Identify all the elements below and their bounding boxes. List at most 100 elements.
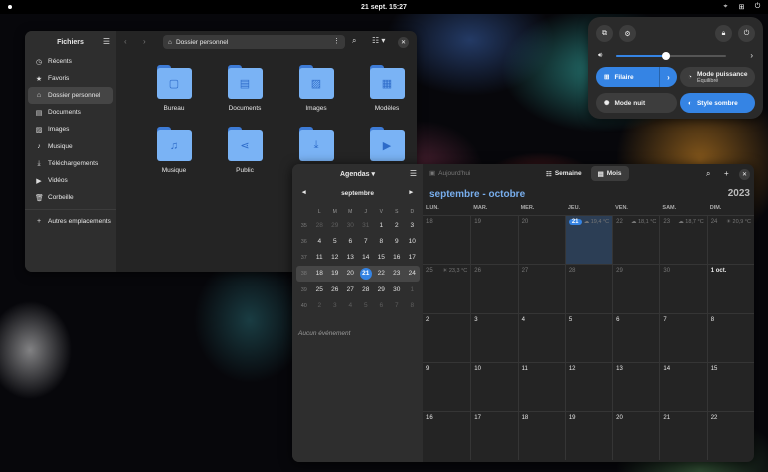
mini-day[interactable]: 23 xyxy=(389,267,405,281)
mini-day[interactable]: 2 xyxy=(389,219,405,233)
sidebar-item[interactable]: + Autres emplacements xyxy=(28,213,113,230)
next-month-icon[interactable]: ▸ xyxy=(409,188,413,196)
mini-day[interactable]: 7 xyxy=(358,235,374,249)
day-cell[interactable]: 11 xyxy=(517,363,565,411)
day-cell[interactable]: 19 xyxy=(470,216,517,264)
day-cell[interactable]: 21 xyxy=(659,412,706,460)
sidebar-item[interactable]: 🗑︎ Corbeille xyxy=(28,189,113,206)
quick-toggle[interactable]: ✺ Mode nuit xyxy=(596,93,677,113)
day-cell[interactable]: 2 xyxy=(423,314,470,362)
day-cell[interactable]: 18 xyxy=(423,216,470,264)
day-cell[interactable]: 25 ☀ 23,3 °C xyxy=(423,265,470,313)
mini-day[interactable]: 6 xyxy=(343,235,359,249)
sidebar-item[interactable]: ◷ Récents xyxy=(28,53,113,70)
hamburger-menu-icon[interactable]: ☰ xyxy=(410,169,417,178)
day-cell[interactable]: 12 xyxy=(564,363,612,411)
mini-day[interactable]: 21 xyxy=(358,267,374,281)
day-cell[interactable]: 4 xyxy=(517,314,565,362)
mini-day[interactable]: 24 xyxy=(405,267,421,281)
day-cell[interactable]: 29 xyxy=(612,265,659,313)
mini-day[interactable]: 18 xyxy=(312,267,328,281)
mini-day[interactable]: 31 xyxy=(358,219,374,233)
mini-day[interactable]: 4 xyxy=(312,235,328,249)
day-cell[interactable]: 15 xyxy=(706,363,754,411)
mini-day[interactable]: 3 xyxy=(327,299,343,313)
system-tray[interactable]: ⌖ ⊞ ⏻ xyxy=(721,2,762,11)
mini-day[interactable]: 6 xyxy=(374,299,390,313)
mini-day[interactable]: 28 xyxy=(358,283,374,297)
folder-item[interactable]: ▤ Documents xyxy=(215,65,275,125)
day-cell[interactable]: 20 xyxy=(517,216,565,264)
day-cell[interactable]: 16 xyxy=(423,412,470,460)
day-cell[interactable]: 14 xyxy=(659,363,706,411)
activities-indicator[interactable] xyxy=(8,5,12,9)
day-cell[interactable]: 1 oct. xyxy=(706,265,754,313)
lock-icon[interactable]: 🔒︎ xyxy=(715,25,732,42)
mini-day[interactable]: 29 xyxy=(327,219,343,233)
view-options-icon[interactable]: ☷ ▾ xyxy=(372,36,385,45)
chevron-right-icon[interactable]: › xyxy=(659,67,677,87)
mini-day[interactable]: 12 xyxy=(327,251,343,265)
quick-toggle[interactable]: ⊞ Filaire › xyxy=(596,67,677,87)
week-view-button[interactable]: ☷ Semaine xyxy=(539,166,589,181)
mini-day[interactable]: 2 xyxy=(312,299,328,313)
mini-day[interactable]: 8 xyxy=(405,299,421,313)
add-event-icon[interactable]: + xyxy=(724,169,729,178)
more-options-icon[interactable]: ⋮ xyxy=(333,37,340,45)
mini-day[interactable]: 19 xyxy=(327,267,343,281)
today-button[interactable]: ▣ Aujourd'hui xyxy=(429,169,470,178)
settings-gear-icon[interactable]: ⚙ xyxy=(619,25,636,42)
mini-day[interactable]: 8 xyxy=(374,235,390,249)
day-cell[interactable]: 9 xyxy=(423,363,470,411)
day-cell[interactable]: 17 xyxy=(470,412,517,460)
day-cell[interactable]: 18 xyxy=(517,412,565,460)
day-cell[interactable]: 13 xyxy=(612,363,659,411)
folder-item[interactable]: ▨ Images xyxy=(286,65,346,125)
quick-toggle[interactable]: ◐ Style sombre xyxy=(680,93,755,113)
month-view-button[interactable]: ▤ Mois xyxy=(590,166,629,181)
day-cell[interactable]: 7 xyxy=(659,314,706,362)
day-cell[interactable]: 27 xyxy=(517,265,565,313)
day-cell[interactable]: 23 ☁ 18,7 °C xyxy=(659,216,706,264)
prev-month-icon[interactable]: ◂ xyxy=(302,188,306,196)
folder-item[interactable]: ▦ Modèles xyxy=(357,65,417,125)
sidebar-item[interactable]: ⤓ Téléchargements xyxy=(28,155,113,172)
close-icon[interactable]: ✕ xyxy=(398,37,409,48)
mini-day[interactable]: 16 xyxy=(389,251,405,265)
day-cell[interactable]: 24 ☀ 20,9 °C xyxy=(706,216,754,264)
mini-day[interactable]: 5 xyxy=(327,235,343,249)
volume-slider[interactable] xyxy=(616,52,726,60)
day-cell[interactable]: 8 xyxy=(706,314,754,362)
power-off-icon[interactable]: ⏻ xyxy=(738,25,755,42)
mini-day[interactable]: 5 xyxy=(358,299,374,313)
sidebar-item[interactable]: ♪ Musique xyxy=(28,138,113,155)
path-bar[interactable]: ⌂ Dossier personnel ⋮ xyxy=(163,35,345,49)
day-cell[interactable]: 6 xyxy=(612,314,659,362)
mini-day[interactable]: 15 xyxy=(374,251,390,265)
day-cell[interactable]: 10 xyxy=(470,363,517,411)
mini-day[interactable]: 7 xyxy=(389,299,405,313)
mini-day[interactable]: 1 xyxy=(405,283,421,297)
sidebar-item[interactable]: ▤ Documents xyxy=(28,104,113,121)
sidebar-item[interactable]: ▨ Images xyxy=(28,121,113,138)
day-cell[interactable]: 28 xyxy=(564,265,612,313)
mini-day[interactable]: 14 xyxy=(358,251,374,265)
search-icon[interactable]: ⌕ xyxy=(706,169,710,179)
mini-day[interactable]: 3 xyxy=(405,219,421,233)
folder-item[interactable]: ⋖ Public xyxy=(215,127,275,187)
forward-arrow-icon[interactable]: › xyxy=(143,37,146,46)
mini-day[interactable]: 26 xyxy=(327,283,343,297)
mini-day[interactable]: 29 xyxy=(374,283,390,297)
mini-day[interactable]: 27 xyxy=(343,283,359,297)
day-cell[interactable]: 22 ☁ 18,1 °C xyxy=(612,216,659,264)
folder-item[interactable]: ▢ Bureau xyxy=(144,65,204,125)
chevron-right-icon[interactable]: › xyxy=(750,51,753,60)
clock[interactable]: 21 sept. 15:27 xyxy=(361,4,407,11)
screenshot-icon[interactable]: ⧉ xyxy=(596,25,613,42)
mini-day[interactable]: 13 xyxy=(343,251,359,265)
mini-day[interactable]: 20 xyxy=(343,267,359,281)
mini-day[interactable]: 25 xyxy=(312,283,328,297)
day-cell[interactable]: 26 xyxy=(470,265,517,313)
mini-day[interactable]: 9 xyxy=(389,235,405,249)
day-cell[interactable]: 21 ☁ 19,4 °C xyxy=(564,216,613,264)
